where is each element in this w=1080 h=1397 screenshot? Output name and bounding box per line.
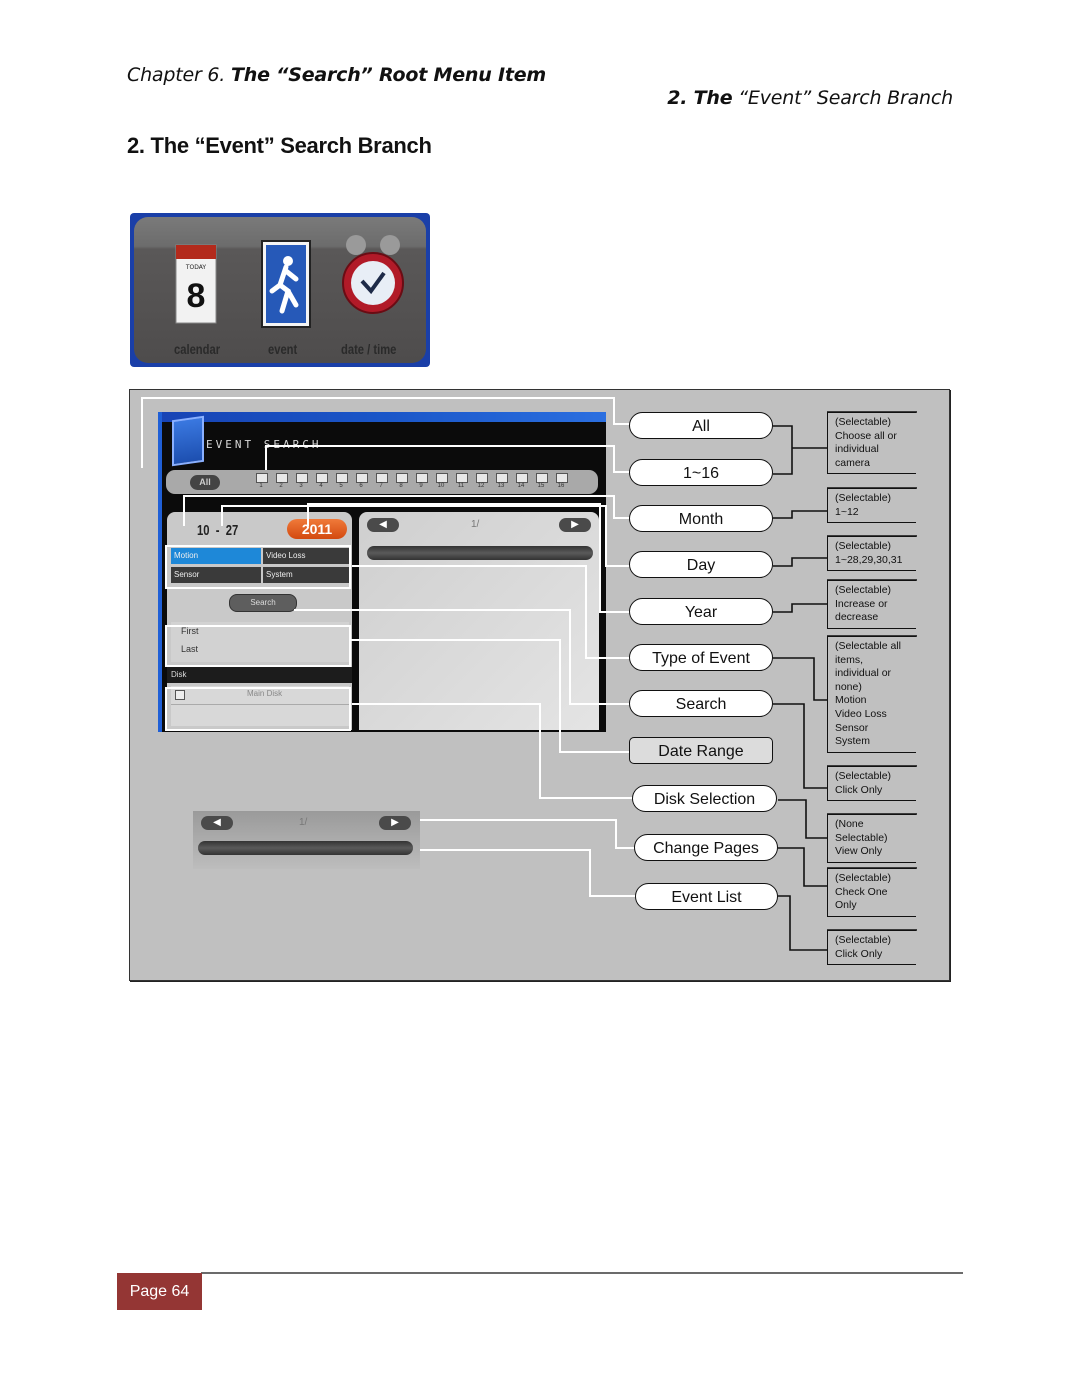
chapter-prefix: Chapter 6. — [127, 64, 226, 86]
calendar-icon: TODAY 8 — [170, 239, 222, 332]
section-prefix: 2. The — [667, 87, 733, 109]
description-line: Increase or — [835, 597, 888, 610]
description-line: (Selectable) — [835, 416, 892, 428]
callout-all: All — [629, 412, 773, 439]
event-search-diagram: EVENT SEARCH All 1 2 3 4 5 6 7 8 9 10 11 12 13 14 15 16… — [129, 389, 950, 981]
description-box: (None Selectable) View Only — [827, 814, 916, 863]
description-line: Check One — [835, 885, 888, 898]
leader-search — [294, 609, 630, 705]
section-title: “Event” Search Branch — [738, 87, 953, 109]
callout-disk-selection: Disk Selection — [632, 785, 777, 812]
running-man-icon — [258, 239, 314, 334]
alarm-clock-icon — [340, 231, 406, 332]
description-line: (Selectable) — [835, 540, 892, 552]
leader-year — [307, 503, 630, 613]
event-type-highlight — [165, 545, 351, 589]
callout-event-list: Event List — [635, 883, 778, 910]
description-line: individual — [835, 443, 879, 456]
description-line: Video Loss — [835, 707, 887, 720]
connector-change-pages — [778, 847, 827, 887]
leader-date-range — [350, 639, 630, 753]
description-box: (Selectable) Click Only — [827, 930, 916, 966]
description-line: 1~12 — [835, 505, 859, 518]
search-menu-screenshot: TODAY 8 calendar event date / time — [130, 213, 430, 367]
page-heading: 2. The “Event” Search Branch — [127, 133, 432, 158]
leader-type — [352, 565, 630, 659]
description-box: (Selectable) 1~12 — [827, 488, 916, 524]
connector-type — [773, 657, 827, 701]
description-box: (Selectable) Check One Only — [827, 868, 916, 917]
description-line: none) — [835, 680, 862, 693]
connector-all-cameras — [773, 425, 827, 475]
description-line: View Only — [835, 845, 883, 858]
menu-background: TODAY 8 calendar event date / time — [134, 217, 426, 363]
description-line: (Selectable) — [835, 934, 892, 946]
description-box: (Selectable) Click Only — [827, 766, 916, 802]
disk-highlight — [165, 687, 351, 731]
description-line: decrease — [835, 611, 879, 624]
callout-year: Year — [629, 598, 773, 625]
menu-label-event: event — [268, 341, 298, 357]
connector-month — [773, 510, 827, 519]
connector-day — [773, 557, 827, 567]
leader-month — [183, 495, 630, 526]
description-line: Choose all or — [835, 429, 897, 442]
running-header-section: 2. The “Event” Search Branch — [667, 87, 953, 109]
description-line: 1~28,29,30,31 — [835, 553, 903, 566]
description-line: Sensor — [835, 721, 869, 734]
svg-text:8: 8 — [187, 277, 206, 315]
description-line: (Selectable) — [835, 872, 892, 884]
connector-year — [773, 603, 827, 613]
connector-search — [773, 703, 827, 789]
description-line: (Selectable) — [835, 492, 892, 504]
page-number-badge: Page 64 — [117, 1273, 202, 1310]
leader-all — [141, 397, 630, 468]
connector-disk — [778, 799, 827, 839]
calendar-tag: TODAY — [185, 264, 207, 271]
description-box: (Selectable all items, individual or none) M… — [827, 636, 916, 753]
white-leader-lines — [141, 397, 636, 897]
description-box: (Selectable) Choose all or individual camer… — [827, 412, 916, 475]
description-box: (Selectable) 1~28,29,30,31 — [827, 536, 916, 572]
description-line: Only — [835, 899, 857, 912]
date-range-highlight — [165, 625, 351, 667]
description-line: (None — [835, 818, 864, 830]
footer-rule — [201, 1272, 963, 1274]
running-header-chapter: Chapter 6. The “Search” Root Menu Item — [127, 64, 546, 86]
description-line: (Selectable all — [835, 640, 901, 652]
black-connector-lines — [773, 425, 827, 951]
description-line: (Selectable) — [835, 770, 892, 782]
description-line: Click Only — [835, 783, 883, 796]
description-line: items, — [835, 653, 864, 666]
chapter-title: The “Search” Root Menu Item — [230, 64, 546, 86]
callout-search: Search — [629, 690, 773, 717]
callout-month: Month — [629, 505, 773, 532]
menu-label-calendar: calendar — [174, 341, 221, 357]
callout-day: Day — [629, 551, 773, 578]
callout-date-range: Date Range — [629, 737, 773, 764]
callout-cameras: 1~16 — [629, 459, 773, 486]
description-line: (Selectable) — [835, 584, 892, 596]
description-line: Motion — [835, 694, 867, 707]
callout-type-of-event: Type of Event — [629, 644, 773, 671]
leader-change-pages — [420, 819, 636, 849]
callout-change-pages: Change Pages — [634, 834, 778, 861]
menu-label-date-time: date / time — [341, 341, 397, 357]
leader-cameras — [265, 445, 630, 473]
leader-event-list — [420, 849, 636, 897]
description-line: Selectable) — [835, 831, 888, 844]
description-line: System — [835, 735, 871, 748]
description-box: (Selectable) Increase or decrease — [827, 580, 916, 629]
description-line: individual or — [835, 667, 892, 680]
connector-event-list — [778, 895, 827, 951]
leader-day — [221, 505, 630, 567]
description-line: Click Only — [835, 947, 883, 960]
description-line: camera — [835, 456, 871, 469]
